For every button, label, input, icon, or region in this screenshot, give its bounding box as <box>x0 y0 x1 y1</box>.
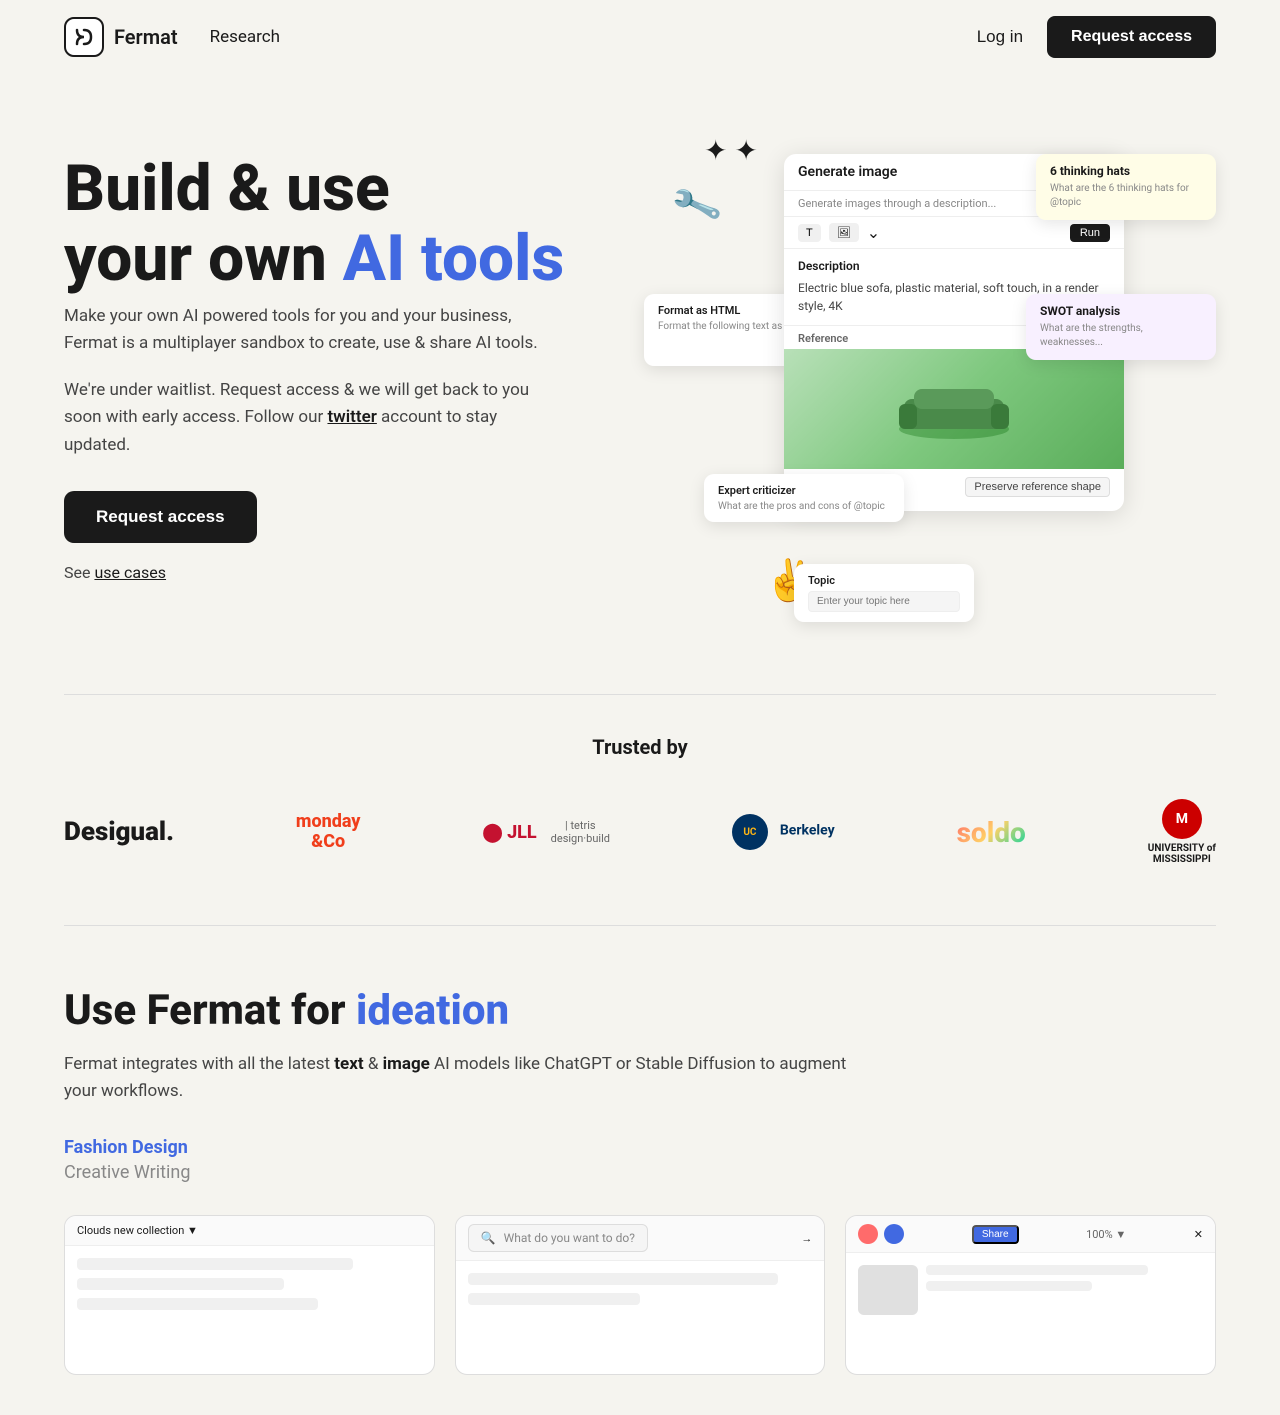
mockup-container: ✦ ✦ ✦ ✦ 🔧 ✌️ Format as HTML Format the f… <box>644 134 1216 634</box>
toolbar-expand-icon: ⌄ <box>867 223 880 242</box>
expert-title: Expert criticizer <box>718 484 890 497</box>
use-cases-link[interactable]: use cases <box>94 563 166 582</box>
twitter-link[interactable]: twitter <box>327 407 376 427</box>
close-icon: ✕ <box>1194 1228 1203 1241</box>
berkeley-logo: UC Berkeley <box>732 814 835 850</box>
thinking-hats-title: 6 thinking hats <box>1050 164 1202 178</box>
category-links: Fashion Design Creative Writing <box>64 1137 1216 1183</box>
swot-desc: What are the strengths, weaknesses... <box>1040 322 1202 350</box>
zoom-indicator: 100% ▼ <box>1086 1228 1126 1241</box>
header: Fermat Research Log in Request access <box>0 0 1280 74</box>
screen3-content <box>846 1253 1215 1327</box>
topic-card: Topic <box>794 564 974 622</box>
soldo-logo: soldo <box>957 816 1026 849</box>
swot-title: SWOT analysis <box>1040 304 1202 318</box>
sofa-visual <box>784 349 1124 469</box>
logo-text: Fermat <box>114 25 178 49</box>
reference-image <box>784 349 1124 469</box>
screen2-header: 🔍 What do you want to do? → <box>456 1216 825 1261</box>
screen3-avatars <box>858 1224 904 1244</box>
jll-logo: ⬤ JLL | tetrisdesign·build <box>482 819 610 845</box>
mississippi-logo: M UNIVERSITY ofMISSISSIPPI <box>1148 799 1216 865</box>
expected-output-dropdown[interactable]: Preserve reference shape <box>965 477 1110 497</box>
logos-row: Desigual. monday&Co ⬤ JLL | tetrisdesign… <box>64 799 1216 865</box>
expert-desc: What are the pros and cons of @topic <box>718 501 890 512</box>
hero-title-line1: Build & use <box>64 151 390 226</box>
request-access-hero-button[interactable]: Request access <box>64 491 257 543</box>
trusted-by-title: Trusted by <box>64 735 1216 759</box>
use-fermat-section: Use Fermat for ideation Fermat integrate… <box>0 926 1280 1415</box>
hero-title: Build & use your own AI tools <box>64 154 644 295</box>
request-access-header-button[interactable]: Request access <box>1047 16 1216 58</box>
swot-card: SWOT analysis What are the strengths, we… <box>1026 294 1216 360</box>
deco-tool-icon: 🔧 <box>668 178 724 233</box>
trusted-by-section: Trusted by Desigual. monday&Co ⬤ JLL | t… <box>0 695 1280 925</box>
hero-mockup: ✦ ✦ ✦ ✦ 🔧 ✌️ Format as HTML Format the f… <box>644 134 1216 634</box>
mockup-screen-2: 🔍 What do you want to do? → <box>455 1215 826 1375</box>
screen2-action-icon: → <box>801 1232 812 1245</box>
login-button[interactable]: Log in <box>977 27 1023 47</box>
description-label: Description <box>798 259 1110 273</box>
main-card-run-button[interactable]: Run <box>1070 224 1110 242</box>
category-creative-writing[interactable]: Creative Writing <box>64 1162 1216 1183</box>
thinking-hats-card: 6 thinking hats What are the 6 thinking … <box>1036 154 1216 220</box>
logo-link[interactable]: Fermat <box>64 17 178 57</box>
hero-title-line2-normal: your own <box>64 221 343 296</box>
see-use-cases: See use cases <box>64 563 644 582</box>
nav-research[interactable]: Research <box>210 27 280 47</box>
toolbar-t-button[interactable]: T <box>798 224 821 242</box>
screen2-content <box>456 1261 825 1317</box>
mockup-screens-row: Clouds new collection ▼ 🔍 What do you wa… <box>64 1215 1216 1375</box>
monday-logo: monday&Co <box>296 812 361 852</box>
screen2-placeholder: What do you want to do? <box>504 1231 635 1245</box>
expert-card: Expert criticizer What are the pros and … <box>704 474 904 522</box>
screen3-header: Share 100% ▼ ✕ <box>846 1216 1215 1253</box>
logo-icon <box>64 17 104 57</box>
screen1-header: Clouds new collection ▼ <box>65 1216 434 1246</box>
card-main-title: Generate image <box>798 164 897 180</box>
hero-title-ai-tools: AI tools <box>343 221 564 296</box>
topic-input[interactable] <box>808 591 960 612</box>
toolbar-img-button[interactable]: 🖼 <box>829 223 859 242</box>
screen1-content <box>65 1246 434 1322</box>
use-fermat-desc: Fermat integrates with all the latest te… <box>64 1051 864 1105</box>
share-button[interactable]: Share <box>972 1225 1019 1244</box>
screen1-title: Clouds new collection ▼ <box>77 1224 198 1237</box>
topic-title: Topic <box>808 574 960 587</box>
hero-description: Make your own AI powered tools for you a… <box>64 303 544 357</box>
hero-content: Build & use your own AI tools Make your … <box>64 134 644 582</box>
search-icon: 🔍 <box>481 1231 496 1245</box>
header-right: Log in Request access <box>977 16 1216 58</box>
hero-waitlist: We're under waitlist. Request access & w… <box>64 377 564 459</box>
thinking-hats-desc: What are the 6 thinking hats for @topic <box>1050 182 1202 210</box>
mockup-screen-1: Clouds new collection ▼ <box>64 1215 435 1375</box>
mockup-screen-3: Share 100% ▼ ✕ <box>845 1215 1216 1375</box>
screen2-search: 🔍 What do you want to do? <box>468 1224 648 1252</box>
deco-stars-top: ✦ ✦ <box>704 134 758 167</box>
card-toolbar: T 🖼 ⌄ Run <box>784 217 1124 249</box>
use-fermat-title: Use Fermat for ideation <box>64 986 1216 1035</box>
header-left: Fermat Research <box>64 17 280 57</box>
hero-section: Build & use your own AI tools Make your … <box>0 74 1280 694</box>
category-fashion-design[interactable]: Fashion Design <box>64 1137 1216 1158</box>
desigual-logo: Desigual. <box>64 817 174 847</box>
